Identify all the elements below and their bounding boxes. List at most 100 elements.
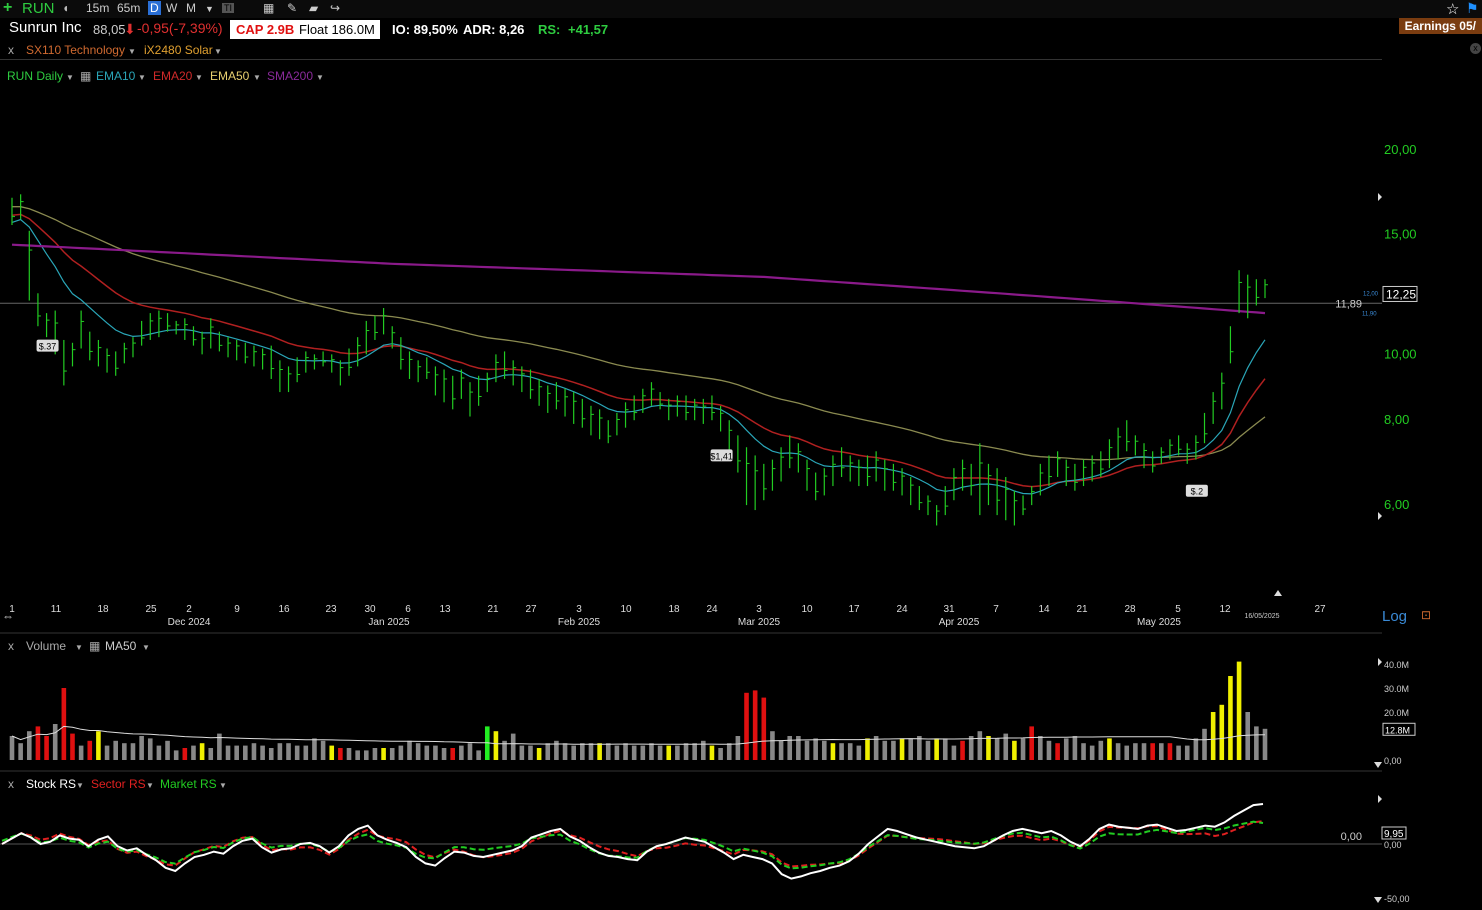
- volume-bar: [709, 745, 715, 760]
- volume-bar: [882, 740, 888, 760]
- volume-bar: [804, 740, 810, 760]
- small-price-label: 12,00: [1363, 292, 1379, 298]
- volume-bar: [113, 740, 118, 760]
- earnings-marker-label: $.37: [39, 342, 57, 352]
- volume-bar: [294, 745, 300, 760]
- price-tick-label: 6,00: [1384, 497, 1409, 512]
- volume-bar: [320, 740, 326, 760]
- volume-bar: [1124, 745, 1130, 760]
- price-tick-label: 15,00: [1384, 227, 1417, 242]
- volume-bar: [666, 745, 672, 760]
- volume-bar: [994, 738, 1000, 760]
- x-day-label: 27: [525, 604, 537, 615]
- rs-close-button[interactable]: x: [8, 777, 14, 791]
- sector-rs-dropdown-icon[interactable]: ▼: [146, 781, 154, 790]
- volume-bar: [1245, 712, 1251, 760]
- volume-bar: [675, 745, 680, 760]
- chart-canvas[interactable]: $.37$1,41$.2 20,0015,0010,008,006,0011,8…: [0, 0, 1482, 910]
- volume-bar: [173, 750, 179, 760]
- scroll-icon[interactable]: ⇔: [2, 609, 14, 623]
- stock-rs-dropdown-icon[interactable]: ▼: [76, 781, 84, 790]
- volume-bar: [1098, 740, 1104, 760]
- x-day-label: 10: [801, 604, 813, 615]
- scroll-marker-icon: [1374, 897, 1382, 903]
- volume-bar: [1176, 745, 1181, 760]
- volume-bar: [692, 743, 697, 760]
- x-day-label: 6: [405, 604, 411, 615]
- volume-bar: [268, 748, 274, 760]
- x-day-label: 31: [943, 604, 955, 615]
- volume-bar: [770, 731, 775, 760]
- stock-rs-label[interactable]: Stock RS: [26, 777, 76, 791]
- volume-bar: [908, 738, 914, 760]
- ma-grid-icon[interactable]: ▦: [89, 639, 100, 653]
- lock-icon[interactable]: ⊡: [1421, 608, 1431, 622]
- volume-ma-label[interactable]: MA50: [105, 639, 136, 653]
- scroll-marker-icon: [1378, 193, 1382, 201]
- log-scale-toggle[interactable]: Log: [1382, 608, 1407, 625]
- volume-bar: [623, 743, 628, 760]
- volume-bar: [312, 738, 317, 760]
- market-rs-label[interactable]: Market RS: [160, 777, 217, 791]
- volume-bar: [951, 745, 957, 760]
- volume-dropdown-icon[interactable]: ▼: [75, 643, 83, 652]
- volume-bar: [286, 743, 291, 760]
- volume-ma-value: 12.8M: [1385, 725, 1410, 735]
- volume-bar: [1167, 743, 1173, 760]
- volume-bar: [1141, 743, 1147, 760]
- ema10-line: [11, 218, 1266, 495]
- volume-bar: [398, 745, 404, 760]
- volume-bar: [1072, 736, 1078, 760]
- x-day-label: 28: [1124, 604, 1136, 615]
- volume-bar: [1236, 661, 1242, 760]
- price-tick-label: 10,00: [1384, 346, 1417, 361]
- volume-bar: [968, 736, 974, 760]
- volume-bar: [778, 740, 784, 760]
- volume-bar: [1202, 728, 1207, 760]
- volume-bar: [450, 748, 456, 760]
- x-day-label: 30: [364, 604, 376, 615]
- volume-bar: [78, 745, 84, 760]
- volume-bar: [813, 738, 818, 760]
- x-month-label: Feb 2025: [558, 617, 601, 628]
- x-day-label: 25: [145, 604, 157, 615]
- volume-bar: [510, 733, 516, 760]
- volume-bar: [182, 748, 188, 760]
- volume-tick-label: 0,00: [1384, 756, 1402, 766]
- volume-bar: [1219, 704, 1225, 760]
- volume-bar: [580, 743, 585, 760]
- sector-rs-label[interactable]: Sector RS: [91, 777, 146, 791]
- volume-bar: [899, 738, 905, 760]
- x-axis: 1 11 18 25 2 9 16 23 30 6 13 21 27 3 10 18 24 3 10 17 24 31 7 1…: [0, 604, 1382, 772]
- volume-bar: [744, 692, 749, 760]
- volume-close-button[interactable]: x: [8, 639, 14, 653]
- volume-bar: [243, 745, 248, 760]
- volume-bar: [338, 748, 343, 760]
- volume-bar: [1262, 728, 1268, 760]
- volume-bar: [260, 745, 265, 760]
- volume-bar: [562, 743, 568, 760]
- volume-bar: [528, 745, 533, 760]
- x-day-label: 11: [51, 604, 62, 615]
- x-day-label: 27: [1314, 604, 1326, 615]
- volume-ma-dropdown-icon[interactable]: ▼: [142, 643, 150, 652]
- volume-bar: [614, 745, 620, 760]
- x-month-label: Mar 2025: [738, 617, 781, 628]
- market-rs-dropdown-icon[interactable]: ▼: [219, 781, 227, 790]
- last-price-label: 12,25: [1386, 287, 1416, 301]
- volume-bar: [467, 743, 473, 760]
- volume-bar: [407, 740, 412, 760]
- volume-bar: [821, 740, 827, 760]
- volume-tick-label: 20.0M: [1384, 708, 1409, 718]
- ema20-line: [11, 213, 1266, 488]
- scroll-marker-icon: [1378, 795, 1382, 803]
- volume-tick-label: 40.0M: [1384, 660, 1409, 670]
- volume-bar: [147, 738, 153, 760]
- x-month-label: Apr 2025: [939, 617, 980, 628]
- x-day-label: 14: [1038, 604, 1050, 615]
- x-day-label: 3: [756, 604, 762, 615]
- volume-bar: [649, 743, 654, 760]
- volume-title[interactable]: Volume: [26, 639, 66, 653]
- volume-bar: [1254, 726, 1259, 760]
- volume-bar: [87, 740, 93, 760]
